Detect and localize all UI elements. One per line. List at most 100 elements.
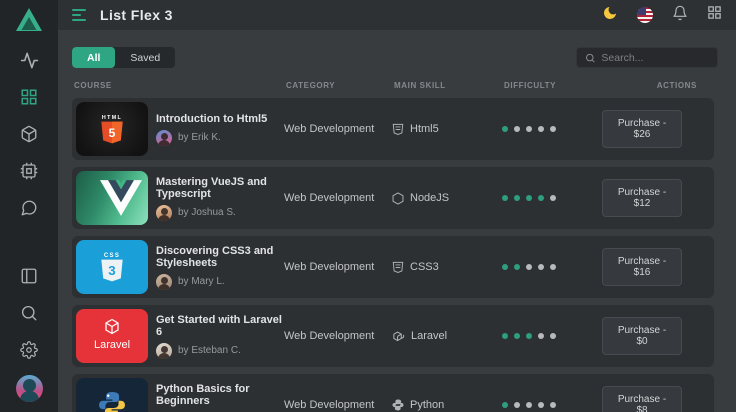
difficulty-dots <box>502 195 602 201</box>
difficulty-dot <box>502 195 508 201</box>
course-table: COURSE CATEGORY MAIN SKILL DIFFICULTY AC… <box>72 81 714 412</box>
column-difficulty: DIFFICULTY <box>504 81 557 90</box>
skill-label: CSS3 <box>410 261 439 273</box>
skill-label: Laravel <box>411 330 448 342</box>
table-row[interactable]: HTML 5 CSS 3 <box>72 305 714 367</box>
table-row[interactable]: HTML 5 CSS 3 <box>72 374 714 412</box>
difficulty-dot <box>514 195 520 201</box>
course-info: Introduction to Html5 by Erik K. <box>156 113 267 146</box>
skill-cell: Html5 <box>392 123 502 136</box>
skill-icon <box>392 123 404 136</box>
author-name: by Esteban C. <box>178 345 241 356</box>
difficulty-dots <box>502 402 602 408</box>
category-cell: Web Development <box>284 123 375 135</box>
activity-icon[interactable] <box>18 49 40 71</box>
difficulty-dot <box>538 402 544 408</box>
action-cell: Purchase - $8 <box>602 386 714 412</box>
course-title: Discovering CSS3 and Stylesheets <box>156 244 274 269</box>
moon-icon[interactable] <box>602 5 618 26</box>
course-info: Get Started with Laravel 6 by Esteban C. <box>156 314 284 359</box>
author-avatar <box>156 342 172 359</box>
course-thumbnail: HTML 5 CSS 3 <box>76 240 148 294</box>
search-box <box>576 47 718 68</box>
tab-saved[interactable]: Saved <box>115 47 175 68</box>
cpu-icon[interactable] <box>18 160 40 182</box>
difficulty-dots <box>502 264 602 270</box>
difficulty-dot <box>550 195 556 201</box>
difficulty-dot <box>502 126 508 132</box>
author-line: by Esteban C. <box>156 342 284 359</box>
filter-tabs: All Saved <box>72 47 176 68</box>
course-thumbnail: HTML 5 CSS 3 <box>76 309 148 363</box>
page-title: List Flex 3 <box>100 7 173 23</box>
column-actions: ACTIONS <box>656 81 697 90</box>
difficulty-dot <box>514 402 520 408</box>
purchase-button[interactable]: Purchase - $0 <box>602 317 682 355</box>
difficulty-dot <box>526 402 532 408</box>
tab-all[interactable]: All <box>72 47 116 68</box>
svg-text:5: 5 <box>109 126 116 140</box>
course-cell: HTML 5 CSS 3 <box>72 378 284 412</box>
author-name: by Mary L. <box>178 276 225 287</box>
difficulty-dot <box>502 402 508 408</box>
difficulty-dot <box>526 126 532 132</box>
us-flag-icon[interactable] <box>637 7 653 23</box>
category-cell: Web Development <box>284 192 375 204</box>
app-logo[interactable] <box>14 6 44 34</box>
difficulty-dot <box>538 195 544 201</box>
settings-icon[interactable] <box>18 339 40 361</box>
skill-label: Python <box>410 399 445 411</box>
course-thumbnail: HTML 5 CSS 3 <box>76 378 148 412</box>
table-row[interactable]: HTML 5 CSS 3 <box>72 236 714 298</box>
layout-icon[interactable] <box>18 265 40 287</box>
purchase-button[interactable]: Purchase - $26 <box>602 110 682 148</box>
course-cell: HTML 5 CSS 3 <box>72 171 284 225</box>
difficulty-dot <box>526 264 532 270</box>
difficulty-dots <box>502 126 602 132</box>
category-cell: Web Development <box>284 261 375 273</box>
chat-icon[interactable] <box>18 197 40 219</box>
course-info: Python Basics for Beginners by Esteban C… <box>156 383 284 412</box>
course-title: Get Started with Laravel 6 <box>156 313 282 338</box>
action-cell: Purchase - $16 <box>602 248 714 286</box>
dashboard-grid-icon[interactable] <box>18 86 40 108</box>
author-line: by Erik K. <box>156 129 267 146</box>
author-name: by Joshua S. <box>178 207 236 218</box>
difficulty-dot <box>526 333 532 339</box>
course-cell: HTML 5 CSS 3 <box>72 309 284 363</box>
author-name: by Erik K. <box>178 132 221 143</box>
search-icon[interactable] <box>18 302 40 324</box>
purchase-button[interactable]: Purchase - $8 <box>602 386 682 412</box>
table-row[interactable]: HTML 5 CSS 3 <box>72 98 714 160</box>
skill-icon <box>392 399 404 411</box>
difficulty-dot <box>538 333 544 339</box>
main-area: List Flex 3 All Saved Search... COURSE C… <box>58 0 736 412</box>
box-icon[interactable] <box>18 123 40 145</box>
difficulty-dot <box>550 333 556 339</box>
apps-grid-icon[interactable] <box>707 5 722 25</box>
purchase-button[interactable]: Purchase - $16 <box>602 248 682 286</box>
column-course: COURSE <box>74 81 112 90</box>
course-cell: HTML 5 CSS 3 <box>72 102 284 156</box>
bell-icon[interactable] <box>672 5 688 26</box>
hamburger-icon[interactable] <box>72 9 86 21</box>
difficulty-dot <box>514 126 520 132</box>
user-avatar[interactable] <box>15 375 43 402</box>
skill-icon <box>392 261 404 274</box>
svg-text:Laravel: Laravel <box>94 339 130 351</box>
course-info: Discovering CSS3 and Stylesheets by Mary… <box>156 245 284 290</box>
search-input[interactable] <box>601 51 709 64</box>
action-cell: Purchase - $12 <box>602 179 714 217</box>
category-cell: Web Development <box>284 330 375 342</box>
svg-text:HTML: HTML <box>102 115 122 121</box>
difficulty-dot <box>538 126 544 132</box>
difficulty-dot <box>526 195 532 201</box>
course-thumbnail: HTML 5 CSS 3 <box>76 102 148 156</box>
controls-row: All Saved <box>72 47 718 68</box>
sidebar <box>0 0 58 412</box>
course-title: Introduction to Html5 <box>156 112 268 125</box>
skill-cell: CSS3 <box>392 261 502 274</box>
course-title: Python Basics for Beginners <box>156 382 250 407</box>
purchase-button[interactable]: Purchase - $12 <box>602 179 682 217</box>
table-row[interactable]: HTML 5 CSS 3 <box>72 167 714 229</box>
